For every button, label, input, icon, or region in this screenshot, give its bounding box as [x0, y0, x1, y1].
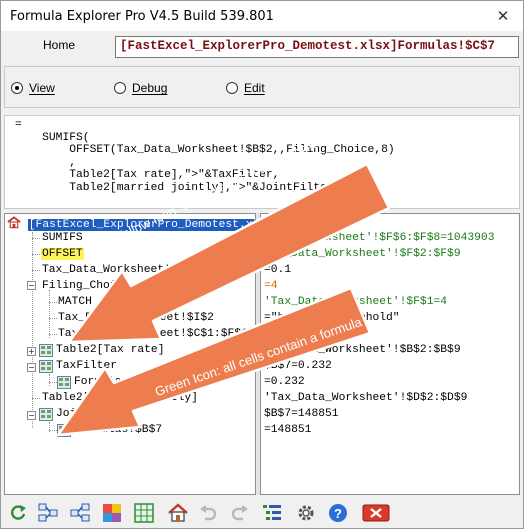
home-button[interactable]: [165, 500, 191, 526]
undo-icon: [200, 505, 217, 521]
redo-button[interactable]: [227, 500, 253, 526]
bottom-toolbar: ?: [1, 499, 523, 529]
redo-icon: [231, 505, 248, 521]
help-button[interactable]: ?: [325, 500, 351, 526]
color-grid-button[interactable]: [99, 500, 125, 526]
settings-button[interactable]: [293, 500, 319, 526]
callout-overlay: [56, 162, 391, 437]
trace-precedents-icon: [38, 503, 58, 522]
home-icon: [168, 503, 188, 522]
map-grid-button[interactable]: [131, 500, 157, 526]
undo-button[interactable]: [195, 500, 221, 526]
trace-dependents-button[interactable]: [67, 500, 93, 526]
close-panel-button[interactable]: [359, 500, 393, 526]
trace-precedents-button[interactable]: [35, 500, 61, 526]
close-red-icon: [362, 504, 390, 522]
settings-icon: [298, 505, 314, 521]
help-icon: ?: [329, 504, 347, 522]
refresh-button[interactable]: [5, 500, 31, 526]
list-tree-button[interactable]: [259, 500, 285, 526]
svg-text:?: ?: [334, 506, 342, 521]
trace-dependents-icon: [70, 503, 90, 522]
formula-explorer-window: Formula Explorer Pro V4.5 Build 539.801 …: [0, 0, 524, 529]
color-grid-icon: [103, 504, 121, 522]
map-grid-icon: [134, 503, 154, 523]
refresh-icon: [11, 505, 26, 520]
list-tree-icon: [263, 505, 281, 520]
